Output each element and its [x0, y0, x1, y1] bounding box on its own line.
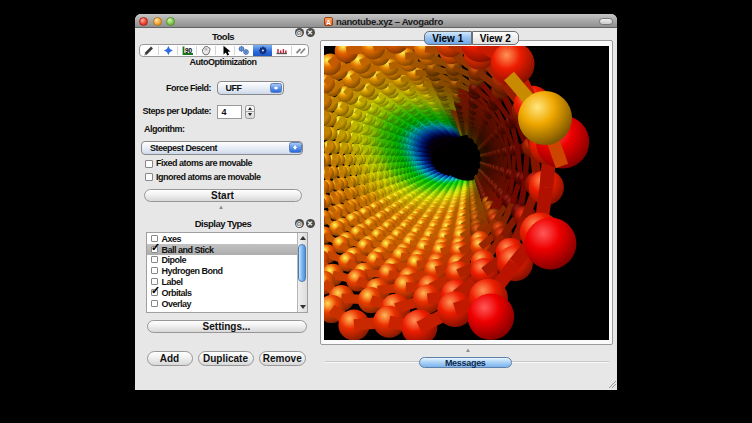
svg-text:90: 90 [185, 46, 193, 53]
